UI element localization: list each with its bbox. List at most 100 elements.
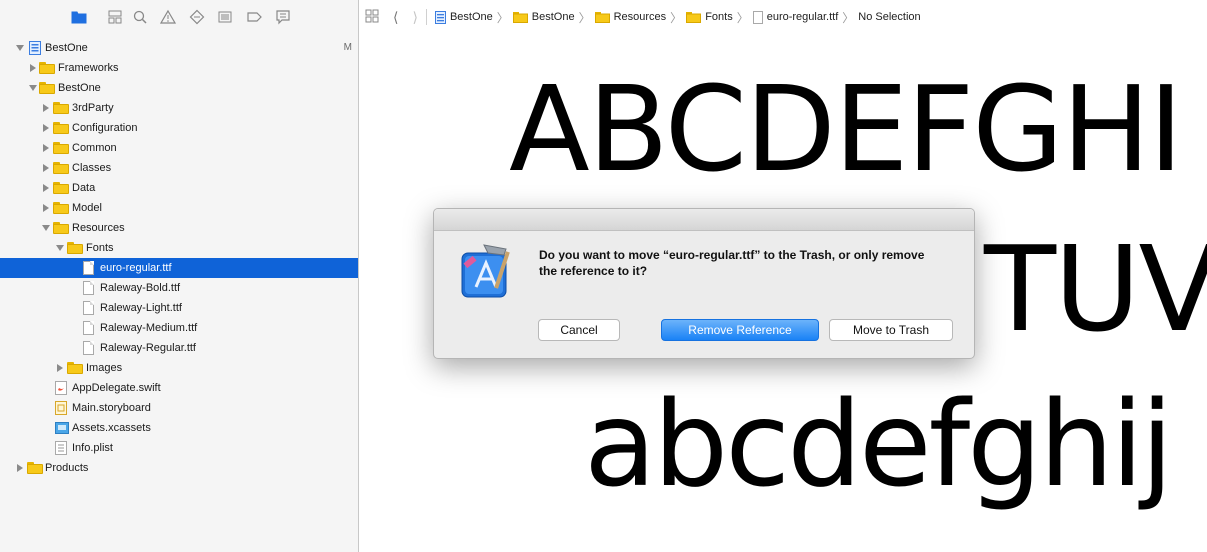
storyboard-file-icon (55, 401, 67, 415)
folder-icon (53, 222, 69, 234)
forward-arrow-icon[interactable]: ⟩ (412, 9, 417, 26)
delete-confirmation-dialog: Do you want to move “euro-regular.ttf” t… (433, 208, 975, 359)
tree-row-label: Common (72, 142, 117, 154)
report-navigator-icon[interactable] (275, 9, 291, 25)
tree-row-label: Model (72, 202, 102, 214)
disclosure-open-icon[interactable] (41, 224, 50, 233)
tree-row-label: Main.storyboard (72, 402, 151, 414)
project-navigator-icon[interactable] (71, 9, 87, 25)
folder-icon (39, 82, 55, 94)
tree-row-group[interactable]: Model (0, 198, 358, 218)
disclosure-closed-icon[interactable] (41, 124, 50, 133)
xcode-beta-app-icon (454, 239, 518, 303)
back-arrow-icon[interactable]: ⟨ (393, 9, 398, 26)
disclosure-closed-icon[interactable] (41, 184, 50, 193)
tree-row-file[interactable]: Info.plist (0, 438, 358, 458)
move-to-trash-button[interactable]: Move to Trash (829, 319, 953, 341)
tree-row-group[interactable]: Resources (0, 218, 358, 238)
tree-row-group[interactable]: Classes (0, 158, 358, 178)
tree-row-group[interactable]: 3rdParty (0, 98, 358, 118)
disclosure-open-icon[interactable] (55, 244, 64, 253)
tree-row-group[interactable]: Data (0, 178, 358, 198)
test-navigator-icon[interactable] (189, 9, 205, 25)
tree-row-label: BestOne (45, 42, 88, 54)
tree-row-label: Raleway-Bold.ttf (100, 282, 181, 294)
tree-row-label: Raleway-Light.ttf (100, 302, 182, 314)
disclosure-closed-icon[interactable] (41, 104, 50, 113)
swift-file-icon (55, 381, 67, 395)
folder-icon (53, 122, 69, 134)
tree-row-label: Raleway-Medium.ttf (100, 322, 198, 334)
tree-row-label: Info.plist (72, 442, 113, 454)
breadcrumb-group[interactable]: BestOne (512, 11, 575, 23)
tree-row-label: Frameworks (58, 62, 119, 74)
tree-row-label: Raleway-Regular.ttf (100, 342, 196, 354)
tree-row-group[interactable]: Images (0, 358, 358, 378)
folder-icon (686, 11, 702, 23)
folder-icon (594, 11, 610, 23)
breadcrumb-group[interactable]: Fonts (686, 11, 733, 23)
tree-row-project[interactable]: BestOne M (0, 38, 358, 58)
tree-row-group[interactable]: Configuration (0, 118, 358, 138)
issue-navigator-icon[interactable] (160, 9, 176, 25)
folder-icon (53, 162, 69, 174)
navigator-toolbar (0, 0, 358, 34)
tree-row-label: Fonts (86, 242, 114, 254)
font-file-icon (83, 301, 95, 315)
font-file-icon (83, 261, 95, 275)
debug-navigator-icon[interactable] (217, 9, 233, 25)
folder-icon (53, 202, 69, 214)
tree-row-group[interactable]: BestOne (0, 78, 358, 98)
dialog-titlebar (434, 209, 974, 231)
asset-catalog-icon (55, 421, 69, 434)
tree-row-file[interactable]: Raleway-Medium.ttf (0, 318, 358, 338)
tree-row-label: BestOne (58, 82, 101, 94)
project-file-icon (29, 41, 41, 55)
find-navigator-icon[interactable] (132, 9, 148, 25)
remove-reference-button[interactable]: Remove Reference (661, 319, 819, 341)
related-items-icon[interactable] (365, 9, 379, 26)
disclosure-open-icon[interactable] (15, 44, 24, 53)
breadcrumb-file[interactable]: euro-regular.ttf (752, 10, 838, 24)
plist-file-icon (55, 441, 67, 455)
disclosure-open-icon[interactable] (28, 84, 37, 93)
disclosure-closed-icon[interactable] (41, 144, 50, 153)
symbol-navigator-icon[interactable] (107, 9, 123, 25)
disclosure-closed-icon[interactable] (55, 364, 64, 373)
folder-icon (39, 62, 55, 74)
tree-row-file[interactable]: Raleway-Light.ttf (0, 298, 358, 318)
disclosure-closed-icon[interactable] (28, 64, 37, 73)
source-control-badge: M (343, 42, 352, 53)
font-file-icon (83, 321, 95, 335)
tree-row-group[interactable]: Common (0, 138, 358, 158)
tree-row-group[interactable]: Products (0, 458, 358, 478)
folder-icon (67, 362, 83, 374)
tree-row-file[interactable]: Main.storyboard (0, 398, 358, 418)
tree-row-file[interactable]: AppDelegate.swift (0, 378, 358, 398)
tree-row-file-selected[interactable]: euro-regular.ttf (0, 258, 358, 278)
disclosure-closed-icon[interactable] (41, 164, 50, 173)
tree-row-group[interactable]: Fonts (0, 238, 358, 258)
breakpoint-navigator-icon[interactable] (246, 9, 262, 25)
font-preview-uppercase: ABCDEFGHI (509, 60, 1183, 198)
folder-icon (53, 142, 69, 154)
breadcrumb-project[interactable]: BestOne (434, 10, 493, 24)
font-file-icon (83, 281, 95, 295)
jump-bar: ⟨ ⟩ BestOne 〉 BestOne 〉 Resources 〉 Font… (359, 0, 1207, 34)
tree-row-file[interactable]: Assets.xcassets (0, 418, 358, 438)
cancel-button[interactable]: Cancel (538, 319, 620, 341)
folder-icon (67, 242, 83, 254)
tree-row-label: AppDelegate.swift (72, 382, 161, 394)
tree-row-label: Configuration (72, 122, 138, 134)
disclosure-closed-icon[interactable] (15, 464, 24, 473)
folder-icon (53, 102, 69, 114)
breadcrumb-selection[interactable]: No Selection (858, 11, 920, 23)
tree-row-group[interactable]: Frameworks (0, 58, 358, 78)
project-file-icon (434, 10, 446, 24)
disclosure-closed-icon[interactable] (41, 204, 50, 213)
breadcrumb-group[interactable]: Resources (594, 11, 666, 23)
tree-row-file[interactable]: Raleway-Regular.ttf (0, 338, 358, 358)
tree-row-file[interactable]: Raleway-Bold.ttf (0, 278, 358, 298)
font-file-icon (752, 10, 763, 24)
folder-icon (27, 462, 43, 474)
